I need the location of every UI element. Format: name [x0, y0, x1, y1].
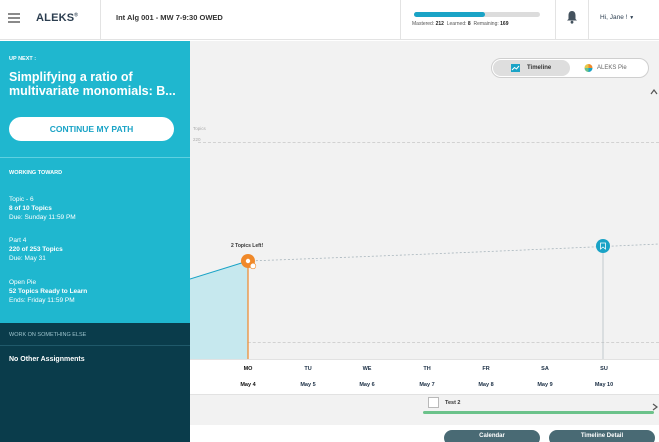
day-date: May 8 — [478, 382, 494, 388]
test-icon[interactable] — [428, 397, 439, 408]
day-name: SA — [541, 366, 549, 372]
bottom-bar: Calendar Timeline Detail — [190, 425, 659, 442]
day-name: WE — [362, 366, 372, 372]
day-name: TH — [423, 366, 431, 372]
day-date: May 6 — [359, 382, 375, 388]
working-item-topic[interactable]: Topic - 6 8 of 10 Topics Due: Sunday 11:… — [9, 195, 76, 222]
test-band: Test 2 — [190, 395, 659, 425]
header-divider — [400, 0, 401, 40]
day-date: May 7 — [419, 382, 435, 388]
test-duration-bar — [423, 411, 654, 414]
day-column-mo: MO May 4 — [218, 366, 278, 388]
header-divider — [100, 0, 101, 40]
day-column-th: TH May 7 — [397, 366, 457, 388]
day-column-we: WE May 6 — [337, 366, 397, 388]
day-column-sa: SA May 9 — [515, 366, 575, 388]
up-next-topic-title[interactable]: Simplifying a ratio of multivariate mono… — [9, 70, 184, 98]
day-date: May 5 — [300, 382, 316, 388]
working-toward-label: WORKING TOWARD — [9, 170, 63, 176]
aleks-app: ALEKS® Int Alg 001 - MW 7-9:30 OWED Mast… — [0, 0, 659, 442]
day-column-su: SU May 10 — [574, 366, 634, 388]
goal-flag-marker[interactable] — [596, 239, 610, 253]
user-greeting: Hi, Jane ! — [600, 14, 628, 21]
test-label[interactable]: Test 2 — [445, 400, 461, 406]
working-item-title: Topic - 6 — [9, 196, 34, 203]
continue-my-path-button[interactable]: CONTINUE MY PATH — [9, 117, 174, 141]
day-name: MO — [243, 366, 253, 372]
day-column-fr: FR May 8 — [456, 366, 516, 388]
user-menu[interactable]: Hi, Jane ! ▼ — [600, 14, 634, 21]
day-name: FR — [482, 366, 490, 372]
working-item-due: Due: May 31 — [9, 255, 46, 262]
working-item-part[interactable]: Part 4 220 of 253 Topics Due: May 31 — [9, 236, 63, 263]
timeline-panel: Timeline ALEKS Pie Topics 220 210 — [190, 41, 659, 425]
work-on-something-else-panel: WORK ON SOMETHING ELSE No Other Assignme… — [0, 323, 190, 442]
day-date: May 10 — [594, 382, 614, 388]
working-item-progress: 52 Topics Ready to Learn — [9, 288, 88, 295]
day-column-tu: TU May 5 — [278, 366, 338, 388]
header-divider — [588, 0, 589, 40]
progress-bar — [414, 12, 540, 17]
aleks-logo: ALEKS® — [36, 12, 79, 24]
notification-bell-icon[interactable] — [566, 10, 578, 24]
sidebar-divider — [0, 345, 190, 346]
class-name[interactable]: Int Alg 001 - MW 7-9:30 OWED — [116, 13, 223, 22]
day-name: TU — [304, 366, 312, 372]
working-item-progress: 220 of 253 Topics — [9, 246, 63, 253]
day-date: May 9 — [537, 382, 553, 388]
working-item-due: Due: Sunday 11:59 PM — [9, 214, 76, 221]
working-item-title: Open Pie — [9, 279, 37, 286]
calendar-button[interactable]: Calendar — [444, 430, 540, 442]
progress-summary[interactable]: Mastered: 212 Learned: 8 Remaining: 169 — [412, 12, 552, 27]
chevron-down-icon: ▼ — [629, 15, 635, 21]
working-item-pie[interactable]: Open Pie 52 Topics Ready to Learn Ends: … — [9, 278, 87, 305]
hamburger-menu-icon[interactable] — [8, 13, 20, 24]
chevron-up-icon[interactable] — [649, 88, 659, 96]
day-name: SU — [600, 366, 608, 372]
header-divider — [555, 0, 556, 40]
timeline-detail-button[interactable]: Timeline Detail — [549, 430, 655, 442]
up-next-label: UP NEXT : — [9, 56, 37, 62]
top-bar: ALEKS® Int Alg 001 - MW 7-9:30 OWED Mast… — [0, 0, 659, 40]
no-other-assignments: No Other Assignments — [9, 356, 85, 363]
progress-area — [190, 261, 248, 359]
working-item-due: Ends: Friday 11:59 PM — [9, 297, 75, 304]
topics-left-note: 2 Topics Left! — [231, 243, 264, 249]
progress-stats: Mastered: 212 Learned: 8 Remaining: 169 — [412, 21, 509, 27]
working-item-title: Part 4 — [9, 237, 27, 244]
working-item-progress: 8 of 10 Topics — [9, 205, 52, 212]
sidebar-divider — [0, 157, 190, 158]
sidebar: UP NEXT : Simplifying a ratio of multiva… — [0, 41, 190, 442]
chevron-right-icon[interactable] — [651, 403, 659, 411]
day-date: May 4 — [240, 382, 256, 388]
progress-bar-fill — [414, 12, 485, 17]
day-axis: MO May 4 TU May 5 WE May 6 TH May 7 FR May 8 SA May… — [190, 359, 659, 395]
work-else-label: WORK ON SOMETHING ELSE — [9, 332, 87, 338]
